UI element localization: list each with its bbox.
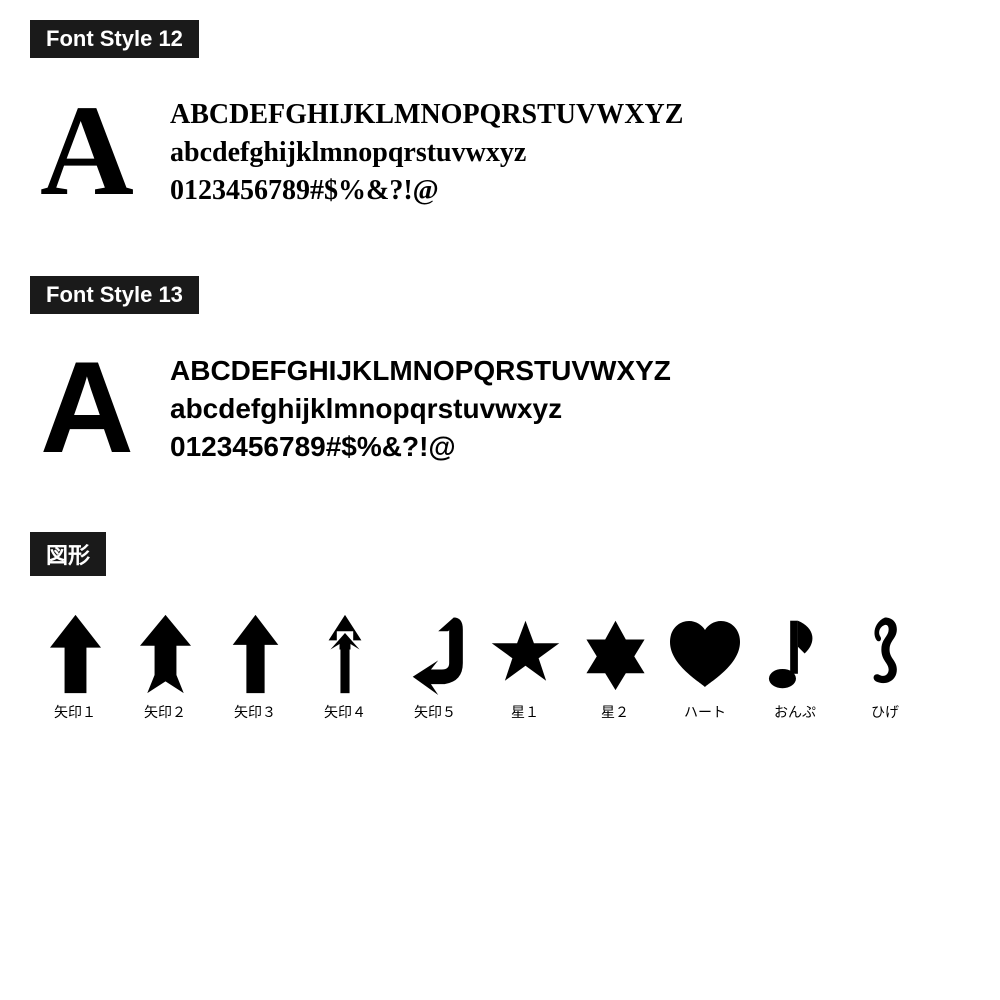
arrow4-icon bbox=[305, 614, 385, 694]
arrow1-icon bbox=[35, 614, 115, 694]
font-style-13-label: Font Style 13 bbox=[30, 276, 199, 314]
font-style-12-line-3: 0123456789#$%&?!@ bbox=[170, 172, 683, 210]
heart-label: ハート bbox=[684, 702, 726, 722]
figure-arrow3: 矢印３ bbox=[210, 614, 300, 722]
arrow3-icon bbox=[215, 614, 295, 694]
star1-label: 星１ bbox=[511, 702, 539, 722]
arrow2-label: 矢印２ bbox=[144, 702, 186, 722]
figures-grid: 矢印１ 矢印２ 矢印３ bbox=[30, 594, 970, 732]
font-style-12-demo: A ABCDEFGHIJKLMNOPQRSTUVWXYZ abcdefghijk… bbox=[30, 76, 970, 236]
figure-arrow4: 矢印４ bbox=[300, 614, 390, 722]
arrow3-label: 矢印３ bbox=[234, 702, 276, 722]
font-style-13-line-2: abcdefghijklmnopqrstuvwxyz bbox=[170, 390, 671, 428]
font-style-13-big-letter: A bbox=[40, 342, 150, 472]
figure-arrow2: 矢印２ bbox=[120, 614, 210, 722]
figures-label: 図形 bbox=[30, 532, 106, 576]
figure-star1: 星１ bbox=[480, 614, 570, 722]
font-style-13-line-1: ABCDEFGHIJKLMNOPQRSTUVWXYZ bbox=[170, 352, 671, 390]
mustache-icon bbox=[845, 614, 925, 694]
heart-icon bbox=[665, 614, 745, 694]
font-style-13-section: Font Style 13 A ABCDEFGHIJKLMNOPQRSTUVWX… bbox=[30, 276, 970, 492]
font-style-13-char-lines: ABCDEFGHIJKLMNOPQRSTUVWXYZ abcdefghijklm… bbox=[170, 342, 671, 465]
font-style-13-line-3: 0123456789#$%&?!@ bbox=[170, 428, 671, 466]
font-style-12-big-letter: A bbox=[40, 86, 150, 216]
font-style-12-char-lines: ABCDEFGHIJKLMNOPQRSTUVWXYZ abcdefghijklm… bbox=[170, 86, 683, 209]
arrow2-icon bbox=[125, 614, 205, 694]
figure-mustache: ひげ bbox=[840, 614, 930, 722]
arrow1-label: 矢印１ bbox=[54, 702, 96, 722]
arrow5-label: 矢印５ bbox=[414, 702, 456, 722]
font-style-12-label: Font Style 12 bbox=[30, 20, 199, 58]
figure-heart: ハート bbox=[660, 614, 750, 722]
arrow4-label: 矢印４ bbox=[324, 702, 366, 722]
figure-note: おんぷ bbox=[750, 614, 840, 722]
star1-icon bbox=[485, 614, 565, 694]
font-style-12-line-1: ABCDEFGHIJKLMNOPQRSTUVWXYZ bbox=[170, 96, 683, 134]
figures-section: 図形 矢印１ 矢印２ bbox=[30, 532, 970, 732]
mustache-label: ひげ bbox=[871, 702, 899, 722]
figure-star2: 星２ bbox=[570, 614, 660, 722]
star2-icon bbox=[575, 614, 655, 694]
star2-label: 星２ bbox=[601, 702, 629, 722]
arrow5-icon bbox=[395, 614, 475, 694]
font-style-12-section: Font Style 12 A ABCDEFGHIJKLMNOPQRSTUVWX… bbox=[30, 20, 970, 236]
page: Font Style 12 A ABCDEFGHIJKLMNOPQRSTUVWX… bbox=[0, 0, 1000, 752]
note-icon bbox=[755, 614, 835, 694]
font-style-12-line-2: abcdefghijklmnopqrstuvwxyz bbox=[170, 134, 683, 172]
font-style-13-demo: A ABCDEFGHIJKLMNOPQRSTUVWXYZ abcdefghijk… bbox=[30, 332, 970, 492]
figure-arrow1: 矢印１ bbox=[30, 614, 120, 722]
figure-arrow5: 矢印５ bbox=[390, 614, 480, 722]
note-label: おんぷ bbox=[774, 702, 816, 722]
